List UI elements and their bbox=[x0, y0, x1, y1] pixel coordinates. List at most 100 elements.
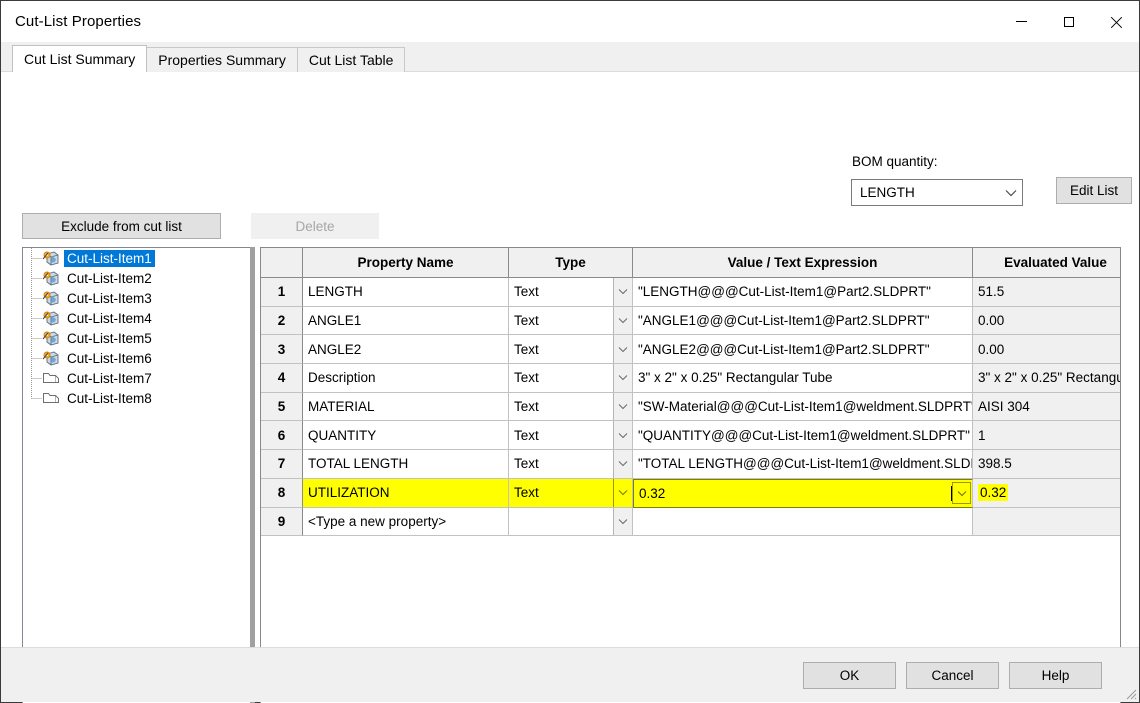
chevron-down-icon[interactable] bbox=[613, 306, 632, 335]
exclude-from-cut-list-button[interactable]: Exclude from cut list bbox=[22, 213, 221, 239]
table-row[interactable]: 7 TOTAL LENGTH Text "TOTAL LENGTH@@@Cut-… bbox=[261, 450, 1120, 479]
type-cell[interactable]: Text bbox=[509, 450, 633, 479]
bom-quantity-select[interactable]: LENGTH bbox=[851, 179, 1023, 206]
evaluated-value-text: 0.32 bbox=[978, 484, 1009, 502]
table-row[interactable]: 4 Description Text 3" x 2" x 0.25" Recta… bbox=[261, 364, 1120, 393]
table-row[interactable]: 3 ANGLE2 Text "ANGLE2@@@Cut-List-Item1@P… bbox=[261, 335, 1120, 365]
tree-item-label: Cut-List-Item1 bbox=[64, 249, 155, 267]
column-header-value-text-expression[interactable]: Value / Text Expression bbox=[633, 248, 973, 278]
tab-cut-list-table[interactable]: Cut List Table bbox=[296, 47, 406, 72]
minimize-button[interactable] bbox=[998, 1, 1045, 42]
cut-list-tree[interactable]: Cut-List-Item1 Cut-List-Item2 Cut-List-I… bbox=[22, 247, 255, 703]
value-expression-cell[interactable]: "LENGTH@@@Cut-List-Item1@Part2.SLDPRT" bbox=[633, 278, 973, 307]
chevron-down-icon[interactable] bbox=[613, 478, 632, 507]
tree-item-cut-list-item8[interactable]: Cut-List-Item8 bbox=[23, 388, 254, 408]
value-expression-text: "SW-Material@@@Cut-List-Item1@weldment.S… bbox=[638, 399, 972, 415]
cancel-button[interactable]: Cancel bbox=[906, 662, 999, 689]
tree-connector-line bbox=[31, 348, 42, 368]
value-expression-text: "ANGLE1@@@Cut-List-Item1@Part2.SLDPRT" bbox=[638, 313, 930, 329]
evaluated-value-cell: 0.32 bbox=[973, 478, 1120, 508]
value-expression-cell[interactable]: "SW-Material@@@Cut-List-Item1@weldment.S… bbox=[633, 392, 973, 422]
resize-grip[interactable] bbox=[1124, 687, 1137, 700]
evaluated-value-cell bbox=[973, 507, 1120, 537]
value-expression-cell[interactable]: 3" x 2" x 0.25" Rectangular Tube bbox=[633, 364, 973, 393]
window-title: Cut-List Properties bbox=[15, 13, 142, 30]
tab-label: Properties Summary bbox=[158, 52, 286, 68]
value-expression-cell[interactable]: "ANGLE2@@@Cut-List-Item1@Part2.SLDPRT" bbox=[633, 335, 973, 365]
help-button[interactable]: Help bbox=[1009, 662, 1102, 689]
tree-item-cut-list-item4[interactable]: Cut-List-Item4 bbox=[23, 308, 254, 328]
cut-list-properties-dialog: Cut-List Properties Cut List Summary Pro… bbox=[0, 0, 1140, 703]
tab-cut-list-summary[interactable]: Cut List Summary bbox=[12, 45, 148, 72]
type-cell[interactable]: Text bbox=[509, 335, 633, 365]
type-cell[interactable]: Text bbox=[509, 306, 633, 336]
table-row[interactable]: 5 MATERIAL Text "SW-Material@@@Cut-List-… bbox=[261, 392, 1120, 422]
evaluated-value-cell: 51.5 bbox=[973, 278, 1120, 307]
chevron-down-icon[interactable] bbox=[613, 392, 632, 421]
chevron-down-icon[interactable] bbox=[613, 278, 632, 306]
tree-item-label: Cut-List-Item2 bbox=[67, 270, 152, 286]
table-row-editing[interactable]: 8 UTILIZATION Text 0.32 0.32 bbox=[261, 478, 1120, 508]
type-value: Text bbox=[514, 427, 539, 443]
tab-properties-summary[interactable]: Properties Summary bbox=[146, 47, 298, 72]
tree-connector-line bbox=[31, 368, 42, 388]
column-header-index[interactable] bbox=[261, 248, 303, 278]
type-value: Text bbox=[514, 341, 539, 357]
panel-splitter[interactable] bbox=[250, 247, 255, 703]
type-cell[interactable]: Text bbox=[509, 392, 633, 422]
property-name-cell[interactable]: ANGLE1 bbox=[303, 306, 509, 336]
value-expression-input[interactable]: 0.32 bbox=[633, 478, 973, 508]
table-row[interactable]: 6 QUANTITY Text "QUANTITY@@@Cut-List-Ite… bbox=[261, 421, 1120, 451]
ok-button[interactable]: OK bbox=[803, 662, 896, 689]
value-expression-cell[interactable]: "TOTAL LENGTH@@@Cut-List-Item1@weldment.… bbox=[633, 450, 973, 479]
table-row[interactable]: 2 ANGLE1 Text "ANGLE1@@@Cut-List-Item1@P… bbox=[261, 306, 1120, 336]
column-header-property-name[interactable]: Property Name bbox=[303, 248, 509, 278]
property-name-cell[interactable]: LENGTH bbox=[303, 278, 509, 307]
folder-icon bbox=[43, 373, 59, 383]
type-cell[interactable]: Text bbox=[509, 278, 633, 307]
tree-item-cut-list-item2[interactable]: Cut-List-Item2 bbox=[23, 268, 254, 288]
chevron-down-icon[interactable] bbox=[613, 421, 632, 450]
tree-item-cut-list-item3[interactable]: Cut-List-Item3 bbox=[23, 288, 254, 308]
type-cell[interactable]: Text bbox=[509, 478, 633, 508]
type-cell[interactable] bbox=[509, 507, 633, 537]
tree-item-cut-list-item7[interactable]: Cut-List-Item7 bbox=[23, 368, 254, 388]
chevron-down-icon[interactable] bbox=[613, 335, 632, 364]
table-row-new[interactable]: 9 <Type a new property> bbox=[261, 507, 1120, 537]
row-number: 9 bbox=[261, 507, 303, 537]
column-header-type[interactable]: Type bbox=[509, 248, 633, 278]
table-row[interactable]: 1 LENGTH Text "LENGTH@@@Cut-List-Item1@P… bbox=[261, 278, 1120, 307]
property-name-cell[interactable]: MATERIAL bbox=[303, 392, 509, 422]
new-property-name-input[interactable]: <Type a new property> bbox=[303, 507, 509, 537]
value-expression-text: "QUANTITY@@@Cut-List-Item1@weldment.SLDP… bbox=[638, 427, 970, 443]
value-expression-text: "LENGTH@@@Cut-List-Item1@Part2.SLDPRT" bbox=[638, 284, 931, 300]
column-header-evaluated-value[interactable]: Evaluated Value bbox=[973, 248, 1120, 278]
chevron-down-icon[interactable] bbox=[613, 507, 632, 536]
row-number: 6 bbox=[261, 421, 303, 451]
weldment-cutlist-icon bbox=[42, 351, 59, 366]
chevron-down-icon[interactable] bbox=[952, 482, 971, 505]
edit-list-button[interactable]: Edit List bbox=[1056, 177, 1132, 204]
tree-item-cut-list-item1[interactable]: Cut-List-Item1 bbox=[23, 248, 254, 268]
type-cell[interactable]: Text bbox=[509, 421, 633, 451]
evaluated-value-cell: AISI 304 bbox=[973, 392, 1120, 422]
property-name-cell[interactable]: UTILIZATION bbox=[303, 478, 509, 508]
close-button[interactable] bbox=[1092, 1, 1139, 42]
value-expression-cell[interactable]: "ANGLE1@@@Cut-List-Item1@Part2.SLDPRT" bbox=[633, 306, 973, 336]
tree-item-cut-list-item5[interactable]: Cut-List-Item5 bbox=[23, 328, 254, 348]
property-name-cell[interactable]: ANGLE2 bbox=[303, 335, 509, 365]
chevron-down-icon[interactable] bbox=[613, 364, 632, 392]
tree-connector-line bbox=[31, 308, 42, 328]
tree-item-cut-list-item6[interactable]: Cut-List-Item6 bbox=[23, 348, 254, 368]
type-cell[interactable]: Text bbox=[509, 364, 633, 393]
value-expression-cell[interactable]: "QUANTITY@@@Cut-List-Item1@weldment.SLDP… bbox=[633, 421, 973, 451]
property-name-cell[interactable]: Description bbox=[303, 364, 509, 393]
tree-connector-line bbox=[31, 248, 42, 268]
maximize-button[interactable] bbox=[1045, 1, 1092, 42]
value-expression-cell[interactable] bbox=[633, 507, 973, 537]
tree-item-label: Cut-List-Item7 bbox=[67, 370, 152, 386]
property-name-cell[interactable]: QUANTITY bbox=[303, 421, 509, 451]
chevron-down-icon[interactable] bbox=[613, 450, 632, 478]
property-name-cell[interactable]: TOTAL LENGTH bbox=[303, 450, 509, 479]
tree-item-label: Cut-List-Item8 bbox=[67, 390, 152, 406]
